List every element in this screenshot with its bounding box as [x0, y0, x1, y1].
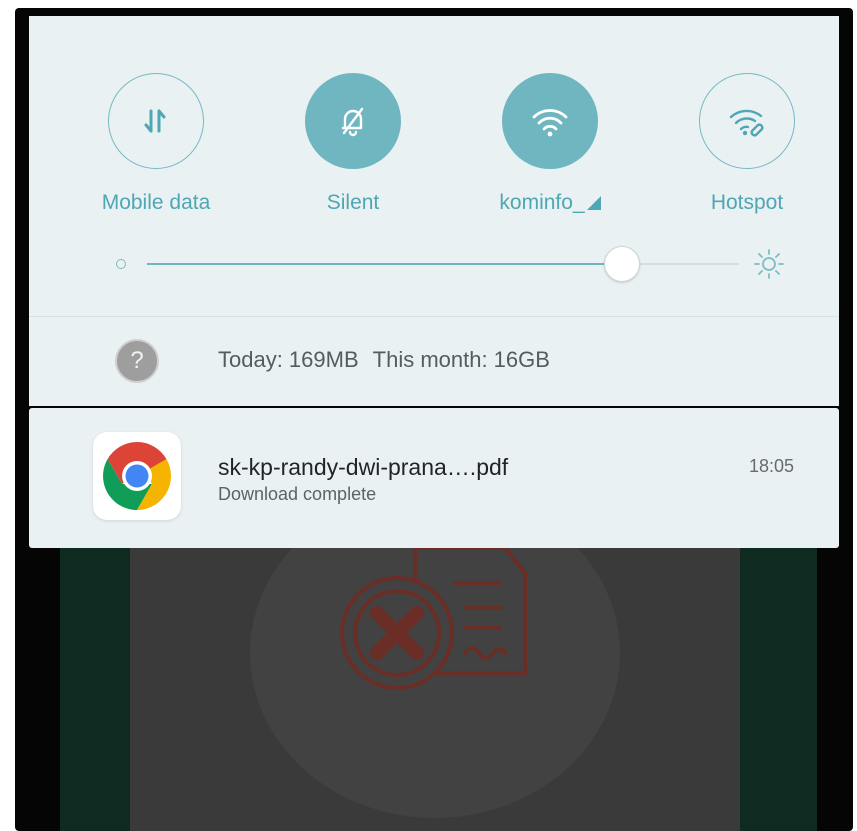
tile-wifi-circle[interactable] — [502, 73, 598, 169]
data-usage-row[interactable]: ? Today: 169MB This month: 16GB — [29, 316, 839, 406]
brightness-low-icon — [116, 259, 126, 269]
phone-screen: Mobile data Silent kominfo_ Hotspot ? To… — [15, 8, 853, 831]
tile-wifi-label: kominfo_ — [460, 191, 640, 215]
notification-subtitle: Download complete — [218, 484, 377, 504]
chrome-app-icon — [93, 432, 181, 520]
tile-mobile-data-circle[interactable] — [108, 73, 204, 169]
tile-silent[interactable]: Silent — [263, 73, 443, 215]
tile-wifi[interactable]: kominfo_ — [460, 73, 640, 215]
download-notification[interactable]: sk-kp-randy-dwi-prana….pdf Download comp… — [29, 408, 839, 548]
tile-mobile-data[interactable]: Mobile data — [66, 73, 246, 215]
tile-silent-circle[interactable] — [305, 73, 401, 169]
brightness-slider[interactable] — [147, 246, 739, 282]
notification-time: 18:05 — [748, 456, 794, 476]
tile-hotspot[interactable]: Hotspot — [657, 73, 837, 215]
data-usage-month: This month: 16GB — [372, 347, 550, 372]
mobile-data-icon — [144, 109, 166, 133]
brightness-slider-fill — [147, 263, 621, 265]
chrome-icon — [103, 442, 171, 510]
wifi-signal-icon — [586, 196, 601, 210]
hotspot-icon — [729, 109, 764, 137]
tile-mobile-data-label: Mobile data — [101, 191, 211, 214]
data-usage-today: Today: 169MB — [218, 347, 359, 372]
tile-hotspot-label: Hotspot — [710, 191, 784, 214]
bell-off-icon — [341, 107, 364, 137]
tile-hotspot-circle[interactable] — [699, 73, 795, 169]
error-document-illustration — [340, 546, 527, 690]
background-stripe-left — [60, 528, 130, 831]
background-stripe-right — [740, 528, 817, 831]
tile-silent-label: Silent — [326, 191, 380, 214]
data-usage-text: Today: 169MB This month: 16GB — [218, 347, 564, 373]
quick-settings-panel: Mobile data Silent kominfo_ Hotspot — [29, 16, 839, 316]
wifi-icon — [532, 109, 568, 137]
wifi-network-name: kominfo_ — [499, 191, 585, 214]
brightness-high-icon — [754, 249, 784, 279]
brightness-slider-thumb[interactable] — [603, 246, 640, 282]
question-icon: ? — [115, 339, 159, 383]
notification-title: sk-kp-randy-dwi-prana….pdf — [218, 454, 509, 480]
brightness-control — [29, 246, 839, 286]
